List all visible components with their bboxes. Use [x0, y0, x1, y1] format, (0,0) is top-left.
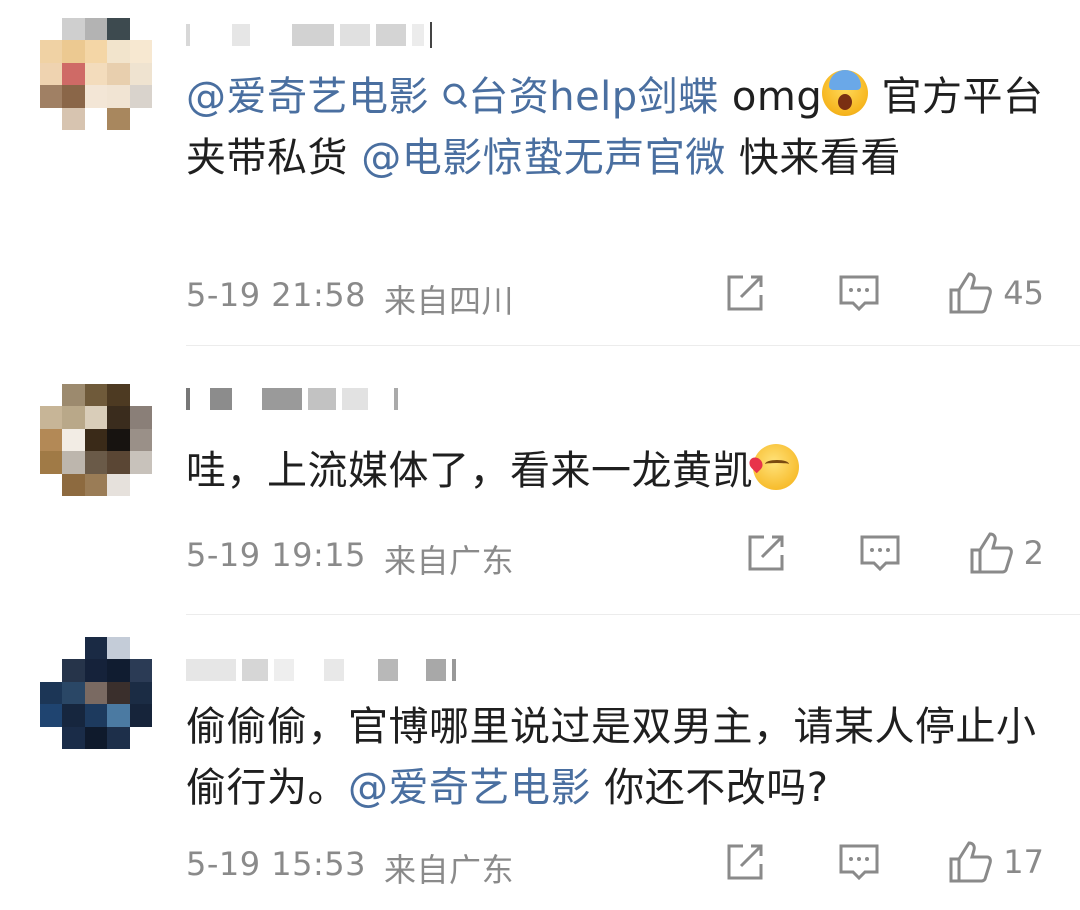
share-icon: [727, 844, 763, 880]
thumbs-up-icon: [970, 532, 1013, 574]
comment-time: 5-19 21:58: [186, 276, 367, 314]
thumbs-up-icon: [949, 841, 993, 883]
avatar[interactable]: [40, 637, 152, 749]
comment-text: 偷偷偷，官博哪里说过是双男主，请某人停止小偷行为。@爱奇艺电影 你还不改吗?: [186, 704, 1037, 811]
comment-text: 哇，上流媒体了，看来一龙黄凯: [186, 441, 1056, 502]
like-count: 2: [1023, 534, 1044, 572]
comment-icon: [839, 275, 879, 312]
search-topic-link[interactable]: 台资help剑蝶: [442, 74, 718, 120]
reply-button[interactable]: [837, 271, 881, 315]
comment-actions: 45: [723, 270, 1044, 316]
comment-time: 5-19 15:53: [186, 845, 367, 883]
share-button[interactable]: [723, 271, 767, 315]
comment-actions: 17: [723, 839, 1044, 885]
comment-item: 偷偷偷，官博哪里说过是双男主，请某人停止小偷行为。@爱奇艺电影 你还不改吗? 5…: [0, 615, 1080, 910]
comment-time: 5-19 19:15: [186, 536, 367, 574]
reply-button[interactable]: [858, 531, 902, 575]
username-redacted[interactable]: [186, 386, 398, 412]
avatar[interactable]: [40, 384, 152, 496]
comment-item: 哇，上流媒体了，看来一龙黄凯 5-19 19:15 来自广东 2: [0, 346, 1080, 624]
comment-icon: [860, 535, 900, 572]
search-icon: [442, 70, 468, 109]
like-button[interactable]: 45: [947, 270, 1044, 316]
share-button[interactable]: [744, 531, 788, 575]
username-redacted[interactable]: [186, 22, 432, 48]
comment-item: @爱奇艺电影 台资help剑蝶 omg 官方平台夹带私货 @电影惊蛰无声官微 快…: [0, 0, 1080, 345]
comment-actions: 2: [744, 530, 1044, 576]
like-count: 45: [1003, 274, 1044, 312]
like-count: 17: [1003, 843, 1044, 881]
comment-text: @爱奇艺电影 台资help剑蝶 omg 官方平台夹带私货 @电影惊蛰无声官微 快…: [186, 67, 1056, 189]
mention-link[interactable]: @爱奇艺电影: [348, 765, 591, 811]
kissing-face-emoji: [753, 444, 799, 490]
comment-meta: 5-19 19:15 来自广东: [186, 536, 514, 582]
share-button[interactable]: [723, 840, 767, 884]
comment-location: 来自四川: [384, 282, 515, 320]
comment-location: 来自广东: [384, 851, 515, 889]
face-screaming-emoji: [822, 70, 869, 116]
comment-location: 来自广东: [384, 542, 515, 580]
username-redacted[interactable]: [186, 657, 456, 683]
comment-icon: [839, 844, 879, 881]
share-icon: [748, 535, 784, 571]
mention-link[interactable]: @电影惊蛰无声官微: [361, 135, 726, 181]
mention-link[interactable]: @爱奇艺电影: [186, 74, 429, 120]
like-button[interactable]: 2: [968, 530, 1044, 576]
share-icon: [727, 275, 763, 311]
like-button[interactable]: 17: [947, 839, 1044, 885]
reply-button[interactable]: [837, 840, 881, 884]
comment-meta: 5-19 21:58 来自四川: [186, 276, 514, 322]
comment-meta: 5-19 15:53 来自广东: [186, 845, 514, 891]
thumbs-up-icon: [949, 272, 993, 314]
avatar[interactable]: [40, 18, 152, 130]
